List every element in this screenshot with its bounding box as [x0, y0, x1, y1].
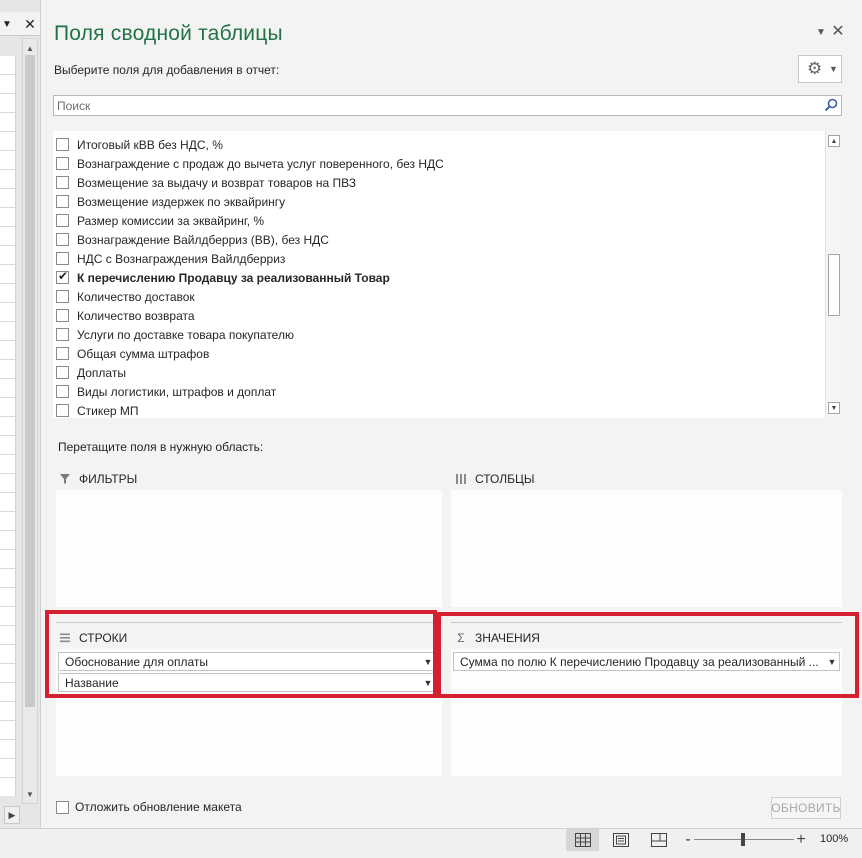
field-list: Итоговый кВВ без НДС, % Вознаграждение с …: [53, 131, 842, 418]
filters-area-header: ФИЛЬТРЫ: [58, 468, 438, 490]
field-list-scrollbar[interactable]: ▲ ▼: [825, 131, 842, 418]
defer-update-checkbox[interactable]: [56, 801, 69, 814]
field-list-item[interactable]: Возмещение за выдачу и возврат товаров н…: [53, 173, 823, 192]
field-label: Вознаграждение Вайлдберриз (ВВ), без НДС: [77, 232, 329, 247]
field-list-item[interactable]: Доплаты: [53, 363, 823, 382]
scroll-down-icon[interactable]: ▼: [828, 402, 840, 414]
field-list-item[interactable]: Стикер МП: [53, 401, 823, 418]
drag-hint: Перетащите поля в нужную область:: [58, 440, 264, 454]
scroll-up-icon[interactable]: ▲: [828, 135, 840, 147]
field-checkbox[interactable]: [56, 269, 69, 284]
field-list-item[interactable]: Общая сумма штрафов: [53, 344, 823, 363]
field-list-item[interactable]: Вознаграждение Вайлдберриз (ВВ), без НДС: [53, 230, 823, 249]
field-checkbox[interactable]: [56, 214, 69, 227]
field-checkbox[interactable]: [56, 138, 69, 151]
worksheet-vertical-scrollbar[interactable]: ▲ ▼: [22, 38, 38, 804]
zoom-in-button[interactable]: +: [795, 830, 807, 850]
filter-icon: [60, 474, 70, 484]
field-label: Возмещение издержек по эквайрингу: [77, 194, 286, 209]
field-checkbox[interactable]: [56, 347, 69, 360]
field-label: НДС с Вознаграждения Вайлдберриз: [77, 251, 286, 266]
field-checkbox[interactable]: [56, 233, 69, 246]
field-checkbox[interactable]: [56, 328, 69, 341]
field-label: Итоговый кВВ без НДС, %: [77, 137, 223, 152]
gear-icon: ⚙: [807, 59, 823, 78]
pane-title: Поля сводной таблицы: [54, 22, 283, 45]
field-list-item[interactable]: Вознаграждение с продаж до вычета услуг …: [53, 154, 823, 173]
normal-view-button[interactable]: [566, 829, 599, 851]
chevron-down-icon[interactable]: ▼: [0, 14, 14, 34]
worksheet-cells[interactable]: [0, 56, 16, 796]
zoom-slider-thumb[interactable]: [741, 833, 745, 846]
columns-drop-zone[interactable]: [451, 490, 842, 607]
field-label: К перечислению Продавцу за реализованный…: [77, 270, 390, 285]
field-label: Количество доставок: [77, 289, 195, 304]
chevron-down-icon: ▼: [829, 64, 838, 74]
field-checkbox[interactable]: [56, 176, 69, 189]
defer-update-label: Отложить обновление макета: [75, 800, 242, 814]
field-checkbox[interactable]: [56, 252, 69, 265]
page-layout-icon: [612, 833, 629, 847]
zoom-out-button[interactable]: -: [682, 830, 694, 850]
update-button[interactable]: ОБНОВИТЬ: [771, 797, 841, 819]
field-list-item[interactable]: Размер комиссии за эквайринг, %: [53, 211, 823, 230]
field-label: Виды логистики, штрафов и доплат: [77, 384, 277, 399]
columns-icon: [456, 474, 466, 484]
field-list-item[interactable]: Количество возврата: [53, 306, 823, 325]
field-label: Размер комиссии за эквайринг, %: [77, 213, 265, 228]
field-label: Вознаграждение с продаж до вычета услуг …: [77, 156, 444, 171]
search-input[interactable]: [54, 96, 814, 115]
field-list-item[interactable]: НДС с Вознаграждения Вайлдберриз: [53, 249, 823, 268]
filters-drop-zone[interactable]: [56, 490, 442, 607]
field-label: Стикер МП: [77, 403, 139, 418]
field-checkbox[interactable]: [56, 385, 69, 398]
field-checkbox[interactable]: [56, 195, 69, 208]
scroll-thumb[interactable]: [828, 254, 840, 316]
scroll-up-icon[interactable]: ▲: [23, 41, 37, 55]
field-list-item[interactable]: Услуги по доставке товара покупателю: [53, 325, 823, 344]
pane-subtitle: Выберите поля для добавления в отчет:: [54, 63, 280, 77]
filters-area-label: ФИЛЬТРЫ: [79, 472, 138, 486]
search-icon[interactable]: [824, 98, 838, 112]
grid-view-icon: [574, 833, 591, 847]
rows-highlight-box: [45, 610, 437, 698]
field-checkbox[interactable]: [56, 290, 69, 303]
columns-area-header: СТОЛБЦЫ: [454, 468, 834, 490]
field-checkbox[interactable]: [56, 157, 69, 170]
field-label: Возмещение за выдачу и возврат товаров н…: [77, 175, 356, 190]
page-break-view-button[interactable]: [642, 829, 675, 851]
close-icon[interactable]: ✕: [830, 22, 846, 40]
tools-button[interactable]: ⚙ ▼: [798, 55, 842, 83]
page-break-icon: [650, 833, 667, 847]
field-label: Доплаты: [77, 365, 126, 380]
field-list-item[interactable]: Итоговый кВВ без НДС, %: [53, 135, 823, 154]
field-checkbox[interactable]: [56, 366, 69, 379]
zoom-level[interactable]: 100%: [820, 833, 848, 845]
columns-area-label: СТОЛБЦЫ: [475, 472, 535, 486]
field-list-item[interactable]: К перечислению Продавцу за реализованный…: [53, 268, 823, 287]
field-label: Услуги по доставке товара покупателю: [77, 327, 294, 342]
field-list-item[interactable]: Количество доставок: [53, 287, 823, 306]
field-label: Общая сумма штрафов: [77, 346, 210, 361]
close-icon[interactable]: ✕: [22, 14, 38, 34]
field-list-item[interactable]: Виды логистики, штрафов и доплат: [53, 382, 823, 401]
field-label: Количество возврата: [77, 308, 195, 323]
chevron-down-icon[interactable]: ▼: [815, 24, 827, 40]
field-checkbox[interactable]: [56, 404, 69, 417]
search-box[interactable]: [53, 95, 842, 116]
status-bar: [0, 828, 862, 858]
scroll-right-icon[interactable]: ▶: [4, 806, 20, 824]
field-checkbox[interactable]: [56, 309, 69, 322]
scroll-thumb[interactable]: [25, 55, 35, 707]
values-highlight-box: [437, 612, 859, 698]
scroll-down-icon[interactable]: ▼: [23, 787, 37, 801]
page-layout-view-button[interactable]: [604, 829, 637, 851]
field-list-item[interactable]: Возмещение издержек по эквайрингу: [53, 192, 823, 211]
